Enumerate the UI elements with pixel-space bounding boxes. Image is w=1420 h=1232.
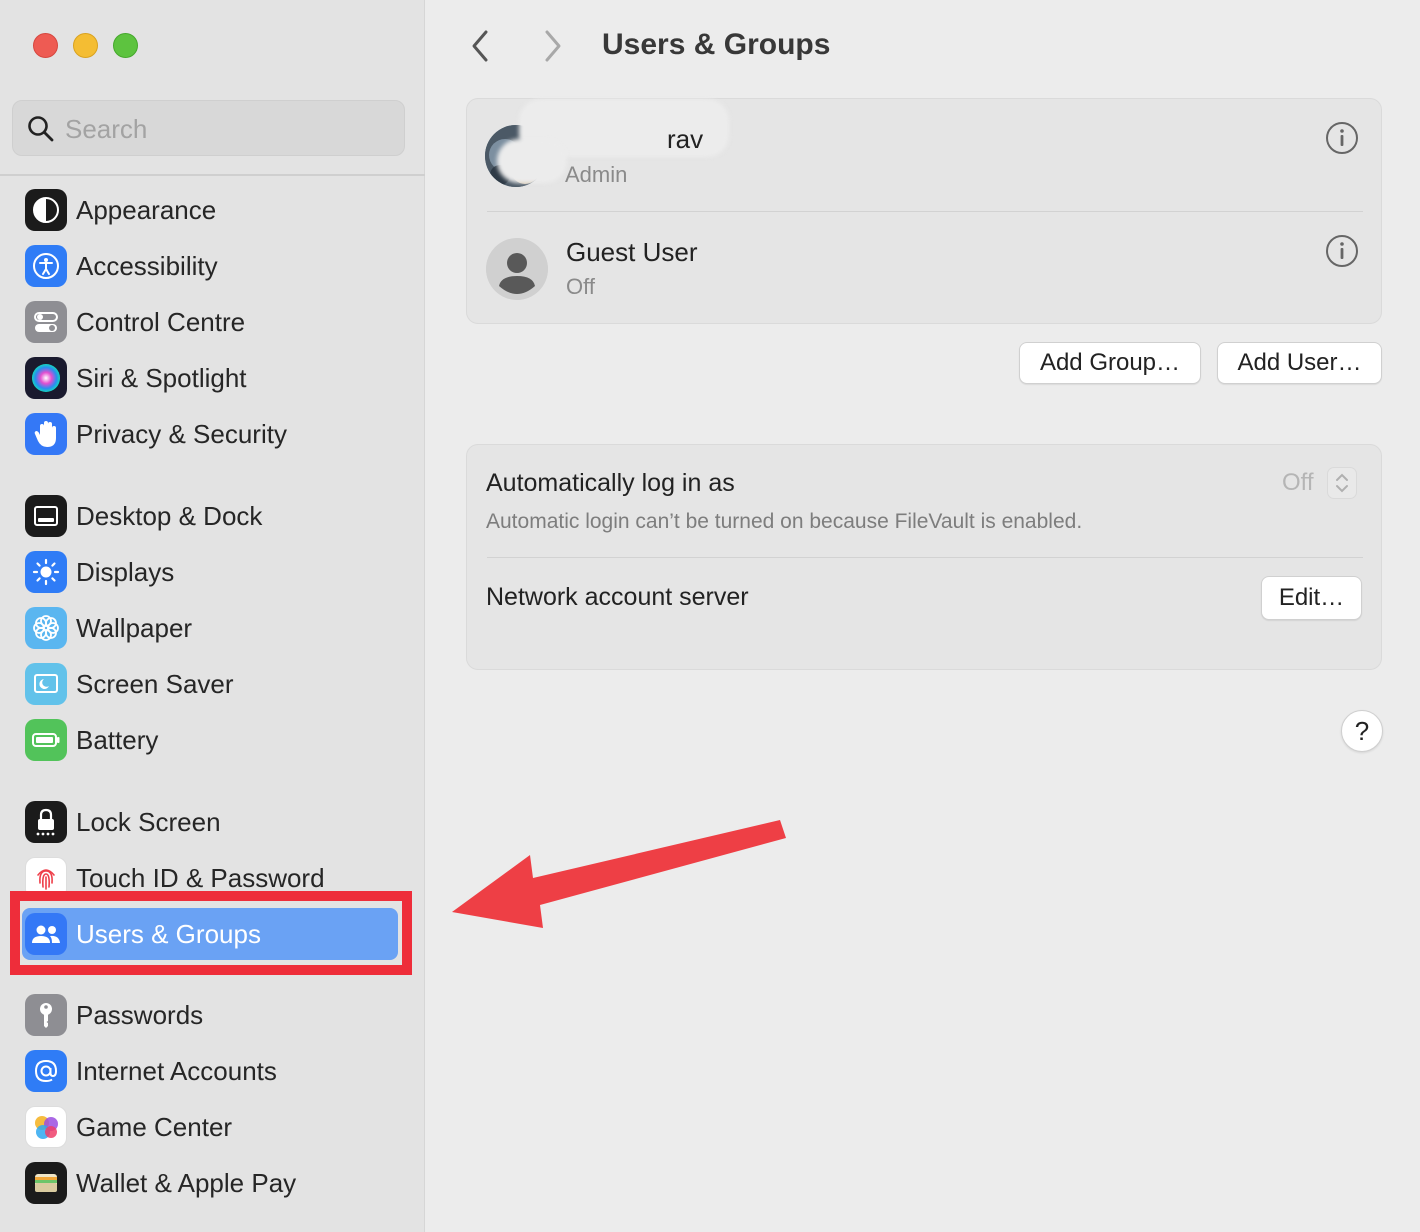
game-center-icon [25,1106,67,1148]
key-icon [25,994,67,1036]
auto-login-value[interactable]: Off [1282,469,1314,497]
zoom-window-button[interactable] [113,33,138,58]
auto-login-label: Automatically log in as [486,469,735,497]
sidebar-item-label: Battery [76,724,159,755]
search-icon [28,116,54,142]
sidebar-item-label: Control Centre [76,306,246,337]
annotation-highlight-box [10,891,412,975]
sidebar-item-label: Wallpaper [76,612,193,643]
row-divider [487,557,1363,558]
close-window-button[interactable] [33,33,58,58]
user-role: Admin [565,162,628,187]
network-account-server-label: Network account server [486,583,749,611]
minimize-window-button[interactable] [73,33,98,58]
sidebar-item-label: Screen Saver [76,668,234,699]
sidebar-item-wallet[interactable]: Wallet & Apple Pay [12,1158,402,1208]
page-title: Users & Groups [602,28,831,61]
back-button[interactable] [462,26,498,66]
sidebar-item-label: Privacy & Security [76,418,287,449]
sidebar-item-label: Lock Screen [76,806,221,837]
desktop-dock-icon [25,495,67,537]
sidebar-item-displays[interactable]: Displays [12,547,402,597]
sidebar-item-label: Accessibility [76,250,218,281]
flower-icon [25,607,67,649]
add-user-button[interactable]: Add User… [1217,342,1382,384]
chevron-up-down-icon [1336,473,1348,493]
control-centre-icon [25,301,67,343]
login-options-card: Automatically log in as Automatic login … [466,444,1382,670]
sidebar-item-game-center[interactable]: Game Center [12,1102,402,1152]
sidebar-item-label: Siri & Spotlight [76,362,247,393]
sidebar-item-battery[interactable]: Battery [12,715,402,765]
battery-icon [25,719,67,761]
sidebar-item-wallpaper[interactable]: Wallpaper [12,603,402,653]
redaction-patch [497,139,567,183]
info-icon[interactable] [1325,234,1359,268]
sidebar-item-privacy-security[interactable]: Privacy & Security [12,409,402,459]
users-list-card: rav Admin Guest User Off [466,98,1382,324]
sidebar-item-label: Desktop & Dock [76,500,263,531]
siri-icon [25,357,67,399]
user-row-guest[interactable]: Guest User Off [467,212,1383,324]
sidebar-item-label: Passwords [76,999,204,1030]
sun-icon [25,551,67,593]
forward-button[interactable] [535,26,571,66]
sidebar-item-label: Touch ID & Password [76,862,325,893]
sidebar-item-control-centre[interactable]: Control Centre [12,297,402,347]
user-status: Off [566,274,595,299]
user-row-admin[interactable]: rav Admin [467,99,1383,211]
at-icon [25,1050,67,1092]
annotation-arrow [452,820,786,928]
chevron-right-icon [545,30,561,62]
sidebar-item-siri-spotlight[interactable]: Siri & Spotlight [12,353,402,403]
sidebar: Appearance Accessibility Control Centre … [0,0,425,1232]
accessibility-icon [25,245,67,287]
auto-login-note: Automatic login can’t be turned on becau… [486,510,1083,533]
sidebar-item-passwords[interactable]: Passwords [12,990,402,1040]
sidebar-divider [0,174,425,176]
sidebar-item-appearance[interactable]: Appearance [12,185,402,235]
guest-avatar-icon [486,238,548,300]
appearance-icon [25,189,67,231]
sidebar-item-label: Displays [76,556,175,587]
sidebar-item-screen-saver[interactable]: Screen Saver [12,659,402,709]
sidebar-item-label: Appearance [76,194,217,225]
sidebar-item-label: Wallet & Apple Pay [76,1167,297,1198]
sidebar-item-desktop-dock[interactable]: Desktop & Dock [12,491,402,541]
search-input[interactable] [65,109,385,149]
lock-icon [25,801,67,843]
screen-saver-icon [25,663,67,705]
sidebar-item-label: Internet Accounts [76,1055,277,1086]
edit-network-server-button[interactable]: Edit… [1261,576,1362,620]
wallet-icon [25,1162,67,1204]
user-name: rav [667,124,704,154]
search-box [12,100,405,156]
info-icon[interactable] [1325,121,1359,155]
sidebar-item-label: Game Center [76,1111,233,1142]
sidebar-item-accessibility[interactable]: Accessibility [12,241,402,291]
add-group-button[interactable]: Add Group… [1019,342,1201,384]
sidebar-item-lock-screen[interactable]: Lock Screen [12,797,402,847]
hand-icon [25,413,67,455]
auto-login-popup-stepper[interactable] [1327,467,1357,499]
user-name: Guest User [566,237,698,267]
sidebar-item-internet-accounts[interactable]: Internet Accounts [12,1046,402,1096]
chevron-left-icon [472,30,488,62]
help-button[interactable]: ? [1341,710,1383,752]
